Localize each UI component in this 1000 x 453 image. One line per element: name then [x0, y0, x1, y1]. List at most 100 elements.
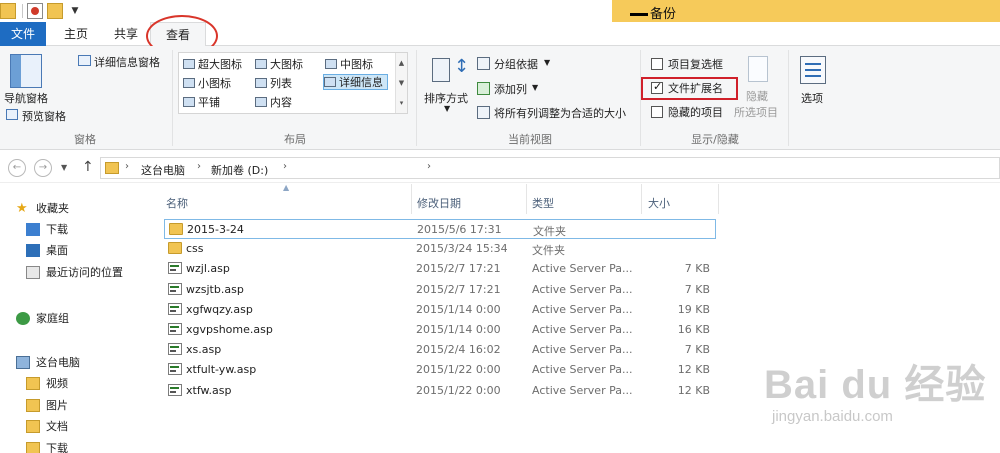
- item-checkboxes-label[interactable]: 项目复选框: [668, 56, 723, 72]
- nav-pictures[interactable]: 图片: [26, 395, 68, 415]
- nav-favorites[interactable]: ★ 收藏夹: [16, 198, 69, 218]
- file-row[interactable]: wzsjtb.asp 2015/2/7 17:21 Active Server Pa…: [164, 280, 716, 300]
- back-button[interactable]: ←: [8, 159, 26, 177]
- file-size: 16 KB: [677, 323, 710, 336]
- layout-large-icons[interactable]: 大图标: [255, 56, 303, 72]
- file-date: 2015/1/14 0:00: [416, 302, 501, 316]
- layout-gallery-scrollbar[interactable]: ▲ ▼ ▾: [395, 53, 407, 113]
- size-all-columns-button[interactable]: 将所有列调整为合适的大小: [494, 105, 626, 121]
- group-by-dropdown-icon[interactable]: ▼: [544, 58, 550, 67]
- file-row[interactable]: xgvpshome.asp 2015/1/14 0:00 Active Server…: [164, 320, 716, 340]
- customize-toolbar-icon[interactable]: ▼: [67, 3, 83, 19]
- address-box[interactable]: › 这台电脑 › 新加卷 (D:) › ›: [100, 157, 1000, 179]
- breadcrumb-drive-d[interactable]: 新加卷 (D:): [211, 162, 268, 178]
- file-name: xgfwqzy.asp: [186, 302, 253, 316]
- nav-desktop[interactable]: 桌面: [26, 240, 68, 260]
- nav-pane-button[interactable]: 导航窗格: [4, 90, 48, 106]
- homegroup-icon: [16, 311, 30, 325]
- file-row[interactable]: wzjl.asp 2015/2/7 17:21 Active Server Pa..…: [164, 259, 716, 279]
- file-date: 2015/2/7 17:21: [416, 282, 501, 296]
- file-date: 2015/5/6 17:31: [417, 223, 502, 236]
- scroll-up-icon[interactable]: ▲: [396, 53, 407, 73]
- file-row[interactable]: css 2015/3/24 15:34 文件夹: [164, 239, 716, 259]
- tab-home[interactable]: 主页: [56, 22, 96, 46]
- file-type: Active Server Pa...: [532, 363, 633, 377]
- file-date: 2015/2/4 16:02: [416, 343, 501, 357]
- tab-file[interactable]: 文件: [0, 22, 46, 46]
- layout-list[interactable]: 列表: [255, 75, 292, 91]
- hide-selected-label-1[interactable]: 隐藏: [746, 88, 768, 104]
- small-icons-icon: [183, 78, 195, 88]
- breadcrumb-this-pc[interactable]: 这台电脑: [141, 162, 185, 178]
- nav-pane-icon[interactable]: [10, 54, 42, 88]
- sort-by-dropdown-icon[interactable]: ▼: [444, 104, 450, 113]
- tab-share[interactable]: 共享: [106, 22, 146, 46]
- chevron-right-icon[interactable]: ›: [125, 161, 129, 172]
- file-size: 12 KB: [677, 383, 710, 397]
- layout-medium-icons[interactable]: 中图标: [325, 56, 373, 72]
- group-by-icon: [477, 57, 490, 70]
- layout-extra-large-icons[interactable]: 超大图标: [183, 56, 242, 72]
- layout-tiles[interactable]: 平铺: [183, 94, 220, 110]
- nav-this-pc[interactable]: 这台电脑: [16, 352, 80, 372]
- add-columns-button[interactable]: 添加列: [494, 81, 527, 97]
- column-divider[interactable]: [411, 184, 412, 214]
- file-type: Active Server Pa...: [532, 282, 633, 296]
- details-pane-button[interactable]: 详细信息窗格: [94, 54, 160, 70]
- new-folder-icon[interactable]: [47, 3, 63, 19]
- file-date: 2015/1/14 0:00: [416, 323, 501, 336]
- downloads-folder-icon: [26, 441, 40, 453]
- options-icon[interactable]: [800, 56, 826, 84]
- group-by-button[interactable]: 分组依据: [494, 56, 538, 72]
- file-size: 7 KB: [684, 343, 710, 357]
- add-columns-dropdown-icon[interactable]: ▼: [532, 83, 538, 92]
- file-name: wzsjtb.asp: [186, 282, 244, 296]
- nav-downloads[interactable]: 下载: [26, 219, 68, 239]
- file-row[interactable]: 2015-3-24 2015/5/6 17:31 文件夹: [164, 219, 716, 239]
- file-size: 7 KB: [684, 282, 710, 296]
- nav-recent-places[interactable]: 最近访问的位置: [26, 262, 123, 282]
- folder-icon[interactable]: [0, 3, 16, 19]
- file-row[interactable]: xgfwqzy.asp 2015/1/14 0:00 Active Server P…: [164, 300, 716, 320]
- forward-button[interactable]: →: [34, 159, 52, 177]
- item-checkboxes-checkbox[interactable]: [651, 58, 663, 70]
- nav-videos[interactable]: 视频: [26, 373, 68, 393]
- file-type: 文件夹: [532, 244, 565, 258]
- nav-downloads-pc[interactable]: 下载: [26, 438, 68, 453]
- preview-pane-button[interactable]: 预览窗格: [22, 108, 66, 124]
- file-size: 7 KB: [684, 262, 710, 276]
- layout-content[interactable]: 内容: [255, 94, 292, 110]
- file-row[interactable]: xtfw.asp 2015/1/22 0:00 Active Server Pa..…: [164, 381, 716, 401]
- file-date: 2015/1/22 0:00: [416, 383, 501, 397]
- hidden-items-checkbox[interactable]: [651, 106, 663, 118]
- file-name: xtfult-yw.asp: [186, 363, 257, 377]
- quick-access-toolbar: ▼: [0, 2, 87, 20]
- navigation-pane: ★ 收藏夹 下载 桌面 最近访问的位置 家庭组 这台电脑 视频 图片 文档 下载: [0, 184, 160, 453]
- up-button[interactable]: ↑: [82, 159, 94, 175]
- hide-selected-label-2[interactable]: 所选项目: [734, 104, 778, 120]
- nav-documents[interactable]: 文档: [26, 416, 68, 436]
- layout-details[interactable]: 详细信息: [323, 74, 388, 90]
- chevron-right-icon[interactable]: ›: [283, 161, 287, 172]
- chevron-right-icon[interactable]: ›: [197, 161, 201, 172]
- recent-locations-dropdown-icon[interactable]: ▼: [61, 163, 67, 172]
- column-divider[interactable]: [718, 184, 719, 214]
- layout-small-icons[interactable]: 小图标: [183, 75, 231, 91]
- nav-homegroup[interactable]: 家庭组: [16, 308, 69, 328]
- group-label-panes: 窗格: [74, 133, 96, 146]
- hidden-items-label[interactable]: 隐藏的项目: [668, 104, 723, 120]
- column-divider[interactable]: [526, 184, 527, 214]
- options-button[interactable]: 选项: [801, 90, 823, 106]
- expand-gallery-icon[interactable]: ▾: [396, 93, 407, 113]
- column-divider[interactable]: [641, 184, 642, 214]
- scroll-down-icon[interactable]: ▼: [396, 73, 407, 93]
- file-type: Active Server Pa...: [532, 262, 633, 276]
- chevron-right-icon[interactable]: ›: [427, 161, 431, 172]
- sort-by-icon[interactable]: ↕: [432, 56, 469, 86]
- properties-icon[interactable]: [27, 3, 43, 19]
- file-row[interactable]: xs.asp 2015/2/4 16:02 Active Server Pa... 7…: [164, 340, 716, 360]
- pictures-folder-icon: [26, 398, 40, 412]
- file-row[interactable]: xtfult-yw.asp 2015/1/22 0:00 Active Server…: [164, 360, 716, 380]
- asp-file-icon: [168, 282, 182, 295]
- file-type: Active Server Pa...: [532, 323, 633, 336]
